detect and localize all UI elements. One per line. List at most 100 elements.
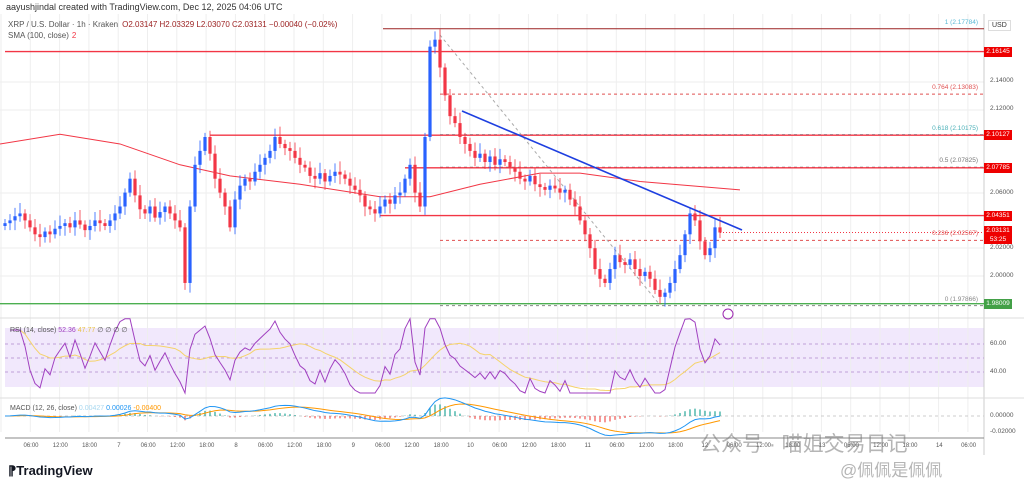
macd-signal-value: -0.00400 [133, 405, 162, 412]
symbol-name[interactable]: XRP / U.S. Dollar · 1h · Kraken [8, 20, 118, 29]
time-tick-label[interactable]: 10 [467, 443, 474, 449]
candle-body [308, 167, 312, 176]
candle-body [618, 255, 622, 263]
candle-body [183, 227, 187, 283]
candle-body [488, 156, 492, 163]
rsi-legend[interactable]: RSI (14, close) 52.36 47.77 ∅ ∅ ∅ ∅ [10, 326, 127, 334]
rsi-tick-label: 40.00 [990, 368, 1007, 375]
macd-line [4, 397, 721, 437]
candle-body [258, 164, 262, 172]
time-tick-label[interactable]: 06:00 [492, 443, 507, 449]
time-tick-label[interactable]: 11 [585, 443, 591, 449]
fib-diagonal [439, 34, 661, 306]
candle-body [678, 255, 682, 270]
candle-body [118, 206, 122, 214]
candle-body [493, 156, 497, 165]
fib-level-label: 0.236 (2.02567) [932, 230, 978, 238]
time-tick-label[interactable]: 06:00 [961, 443, 976, 449]
chart-canvas[interactable] [0, 0, 1024, 488]
candle-body [173, 213, 177, 221]
candle-body [453, 116, 457, 124]
candle-body [663, 292, 667, 297]
candle-body [598, 269, 602, 279]
candle-body [53, 228, 57, 235]
candle-body [528, 175, 532, 182]
candle-body [298, 157, 302, 165]
time-tick-label[interactable]: 06:00 [141, 443, 156, 449]
time-tick-label[interactable]: 06:00 [258, 443, 273, 449]
candle-body [443, 67, 447, 96]
candle-body [83, 224, 87, 231]
time-tick-label[interactable]: 12:00 [639, 443, 654, 449]
candle-body [238, 185, 242, 200]
time-tick-label[interactable]: 06:00 [23, 443, 38, 449]
candle-body [373, 209, 377, 214]
time-tick-label[interactable]: 18:00 [82, 443, 97, 449]
candle-body [533, 175, 537, 185]
candle-body [78, 220, 82, 225]
price-tick-label: 2.12000 [990, 105, 1014, 113]
fib-level-label: 1 (2.17784) [944, 18, 978, 26]
candle-body [158, 212, 162, 218]
sma-label: SMA (100, close) [8, 31, 69, 40]
macd-tick-label: -0.02000 [990, 428, 1016, 435]
candle-body [198, 150, 202, 165]
time-tick-label[interactable]: 8 [234, 443, 237, 449]
candle-body [243, 178, 247, 186]
time-tick-label[interactable]: 06:00 [375, 443, 390, 449]
time-tick-label[interactable]: 9 [352, 443, 355, 449]
candle-body [58, 225, 62, 229]
price-tick-label: 2.14000 [990, 77, 1014, 85]
candle-body [128, 178, 132, 193]
time-tick-label[interactable]: 12:00 [522, 443, 537, 449]
time-tick-label[interactable]: 18:00 [551, 443, 566, 449]
candle-body [393, 195, 397, 204]
candle-body [108, 220, 112, 226]
candle-body [328, 175, 332, 182]
price-tick-label: 2.00000 [990, 272, 1014, 279]
candle-body [268, 150, 272, 158]
rsi-label: RSI (14, close) [10, 327, 57, 334]
candle-body [403, 178, 407, 193]
candle-body [578, 206, 582, 221]
candle-body [418, 192, 422, 207]
candle-body [683, 234, 687, 256]
candle-body [113, 213, 117, 221]
candle-body [138, 195, 142, 210]
rsi-ma-value: 47.77 [77, 327, 96, 334]
currency-button[interactable]: USD [988, 20, 1011, 31]
time-tick-label[interactable]: 12:00 [170, 443, 185, 449]
sma-legend[interactable]: SMA (100, close) 2 [8, 31, 76, 40]
price-level-label: 1.98009 [984, 298, 1012, 309]
candle-body [313, 175, 317, 179]
candle-body [353, 185, 357, 190]
candle-body [568, 189, 572, 200]
time-tick-label[interactable]: 18:00 [199, 443, 214, 449]
macd-legend[interactable]: MACD (12, 26, close) 0.00427 0.00026 -0.… [10, 405, 161, 412]
candle-body [653, 278, 657, 290]
time-tick-label[interactable]: 06:00 [609, 443, 624, 449]
time-tick-label[interactable]: 12:00 [53, 443, 68, 449]
candle-body [463, 137, 467, 144]
macd-value: 0.00026 [106, 405, 132, 412]
candle-body [73, 220, 77, 228]
candle-body [523, 178, 527, 182]
time-tick-label[interactable]: 18:00 [316, 443, 331, 449]
candle-body [283, 143, 287, 149]
time-tick-label[interactable]: 12:00 [287, 443, 302, 449]
time-tick-label[interactable]: 18:00 [434, 443, 449, 449]
candle-body [178, 220, 182, 228]
candle-body [148, 206, 152, 214]
candle-body [648, 271, 652, 279]
candle-body [538, 184, 542, 188]
candle-body [143, 209, 147, 214]
candle-body [413, 164, 417, 193]
time-tick-label[interactable]: 18:00 [668, 443, 683, 449]
candle-body [133, 178, 137, 196]
time-tick-label[interactable]: 12:00 [404, 443, 419, 449]
time-tick-label[interactable]: 7 [117, 443, 120, 449]
macd-label: MACD (12, 26, close) [10, 405, 77, 412]
candle-body [163, 206, 167, 213]
time-tick-label[interactable]: 14 [936, 443, 943, 449]
price-tick-label: 2.02000 [990, 244, 1014, 252]
